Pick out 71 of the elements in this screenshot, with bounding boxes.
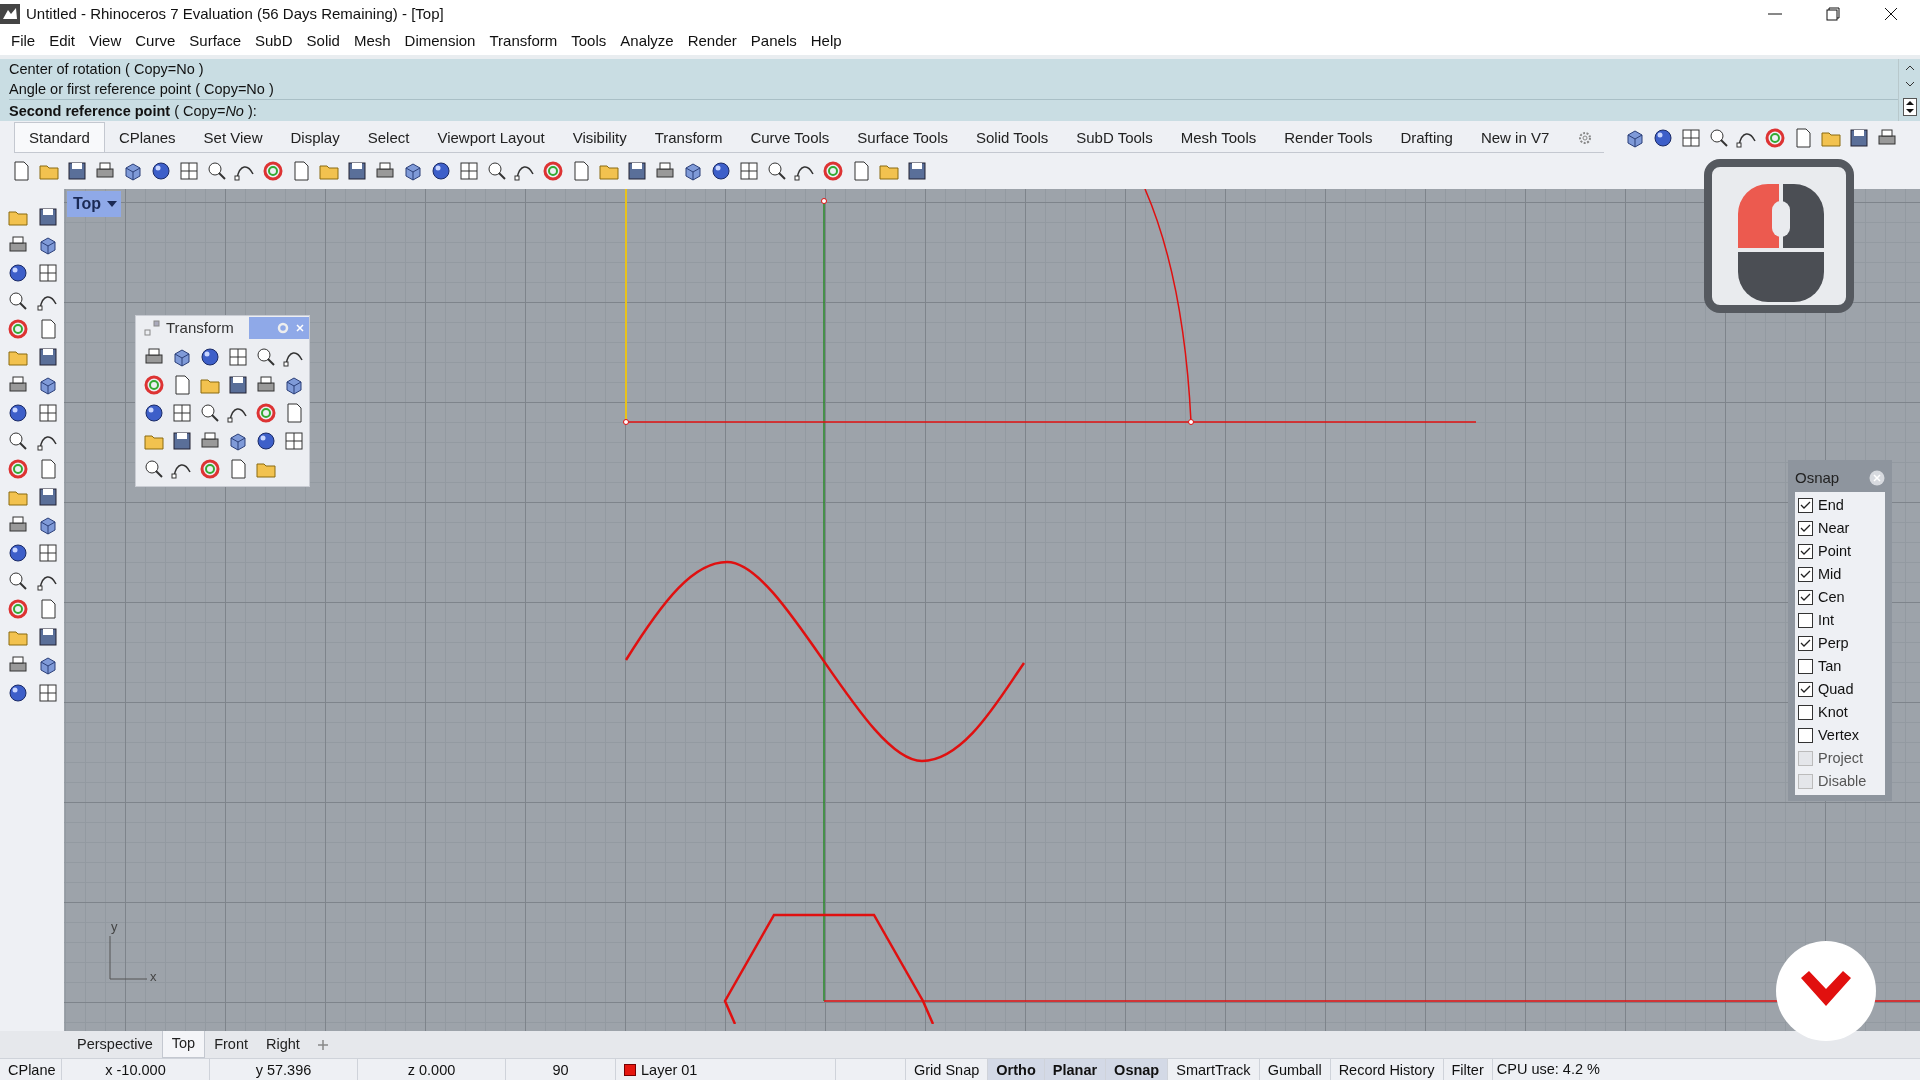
command-history-line: Center of rotation ( Copy=No ) — [9, 60, 205, 79]
checkbox-label[interactable]: Mid — [1818, 563, 1842, 586]
axis-label: y — [111, 918, 118, 936]
menu-item[interactable]: Mesh — [346, 30, 398, 53]
viewport-tab[interactable]: Front — [205, 1031, 257, 1058]
menu-item[interactable]: Help — [803, 30, 849, 53]
menu-item[interactable]: Dimension — [397, 30, 483, 53]
checkbox-label: Disable — [1818, 771, 1867, 791]
status-coordinate: x -10.000 — [62, 1058, 210, 1080]
checkbox-label[interactable]: Near — [1818, 517, 1850, 540]
status-coordinate: z 0.000 — [358, 1058, 506, 1080]
toolbar-tab[interactable]: Solid Tools — [961, 122, 1063, 152]
toolbar-tab[interactable]: Set View — [189, 122, 277, 152]
status-cplane[interactable]: CPlane — [0, 1058, 62, 1080]
checkbox-label[interactable]: Point — [1818, 540, 1852, 563]
menu-item[interactable]: Analyze — [613, 30, 681, 53]
status-toggle[interactable]: Gumball — [1259, 1058, 1331, 1080]
checkbox-label[interactable]: Quad — [1818, 678, 1854, 701]
toolbar-tab[interactable]: Drafting — [1386, 122, 1467, 152]
checkbox-label[interactable]: Tan — [1818, 655, 1842, 678]
menu-item[interactable]: Render — [680, 30, 744, 53]
menu-item[interactable]: Curve — [128, 30, 183, 53]
axis-label: x — [150, 968, 157, 986]
toolbar-tab[interactable]: CPlanes — [104, 122, 190, 152]
panel-title: Transform — [166, 317, 234, 338]
toolbar-tab[interactable]: Transform — [640, 122, 737, 152]
status-toggle[interactable]: Osnap — [1106, 1058, 1169, 1080]
viewport-title[interactable]: Top — [67, 191, 122, 217]
checkbox-label[interactable]: Perp — [1818, 632, 1849, 655]
toolbar-tab[interactable]: Display — [276, 122, 354, 152]
viewport-tab[interactable]: Perspective — [68, 1031, 162, 1058]
command-prompt[interactable]: Second reference point ( Copy=No ): — [9, 99, 1898, 121]
menu-item[interactable]: SubD — [248, 30, 300, 53]
checkbox-label[interactable]: Vertex — [1818, 724, 1860, 747]
panel-title: Osnap — [1795, 467, 1840, 488]
layer-name[interactable]: Layer 01 — [641, 1058, 698, 1080]
toolbar-tab[interactable]: Surface Tools — [843, 122, 962, 152]
checkbox-label[interactable]: Cen — [1818, 586, 1845, 609]
toolbar-tab[interactable]: New in V7 — [1466, 122, 1564, 152]
toolbar-tab[interactable]: Viewport Layout — [423, 122, 559, 152]
toolbar-tab[interactable]: Visibility — [558, 122, 641, 152]
checkbox-label[interactable]: Int — [1818, 609, 1835, 632]
status-cpu: CPU use: 4.2 % — [1495, 1059, 1600, 1079]
toolbar-tab[interactable]: Curve Tools — [736, 122, 844, 152]
window-title: Untitled - Rhinoceros 7 Evaluation (56 Days Remaining) - [Top] — [26, 3, 444, 24]
command-history-line: Angle or first reference point ( Copy=No ) — [9, 80, 275, 99]
status-toggle[interactable]: Planar — [1044, 1058, 1107, 1080]
menu-item[interactable]: Panels — [743, 30, 804, 53]
checkbox-label[interactable]: Knot — [1818, 701, 1848, 724]
toolbar-tab[interactable]: Mesh Tools — [1166, 122, 1271, 152]
status-value: 90 — [506, 1058, 616, 1080]
menu-item[interactable]: File — [4, 30, 43, 53]
toolbar-tab[interactable]: Select — [353, 122, 424, 152]
checkbox-label[interactable]: End — [1818, 494, 1844, 517]
toolbar-tab[interactable]: Standard — [14, 121, 105, 152]
status-coordinate: y 57.396 — [210, 1058, 358, 1080]
status-toggle[interactable]: SmartTrack — [1168, 1058, 1260, 1080]
checkbox-label: Project — [1818, 748, 1864, 768]
status-toggle[interactable]: Filter — [1443, 1058, 1493, 1080]
menu-item[interactable]: Surface — [182, 30, 248, 53]
viewport-tab[interactable]: Top — [161, 1031, 206, 1058]
viewport-tab[interactable]: Right — [257, 1031, 309, 1058]
status-toggle[interactable]: Record History — [1330, 1058, 1444, 1080]
status-toggle[interactable]: Ortho — [988, 1058, 1045, 1080]
menu-item[interactable]: Edit — [42, 30, 83, 53]
toolbar-tab[interactable]: SubD Tools — [1062, 122, 1167, 152]
menu-item[interactable]: Tools — [564, 30, 614, 53]
menu-item[interactable]: View — [82, 30, 129, 53]
menu-item[interactable]: Transform — [482, 30, 565, 53]
toolbar-tab[interactable]: Render Tools — [1270, 122, 1387, 152]
menu-item[interactable]: Solid — [299, 30, 347, 53]
